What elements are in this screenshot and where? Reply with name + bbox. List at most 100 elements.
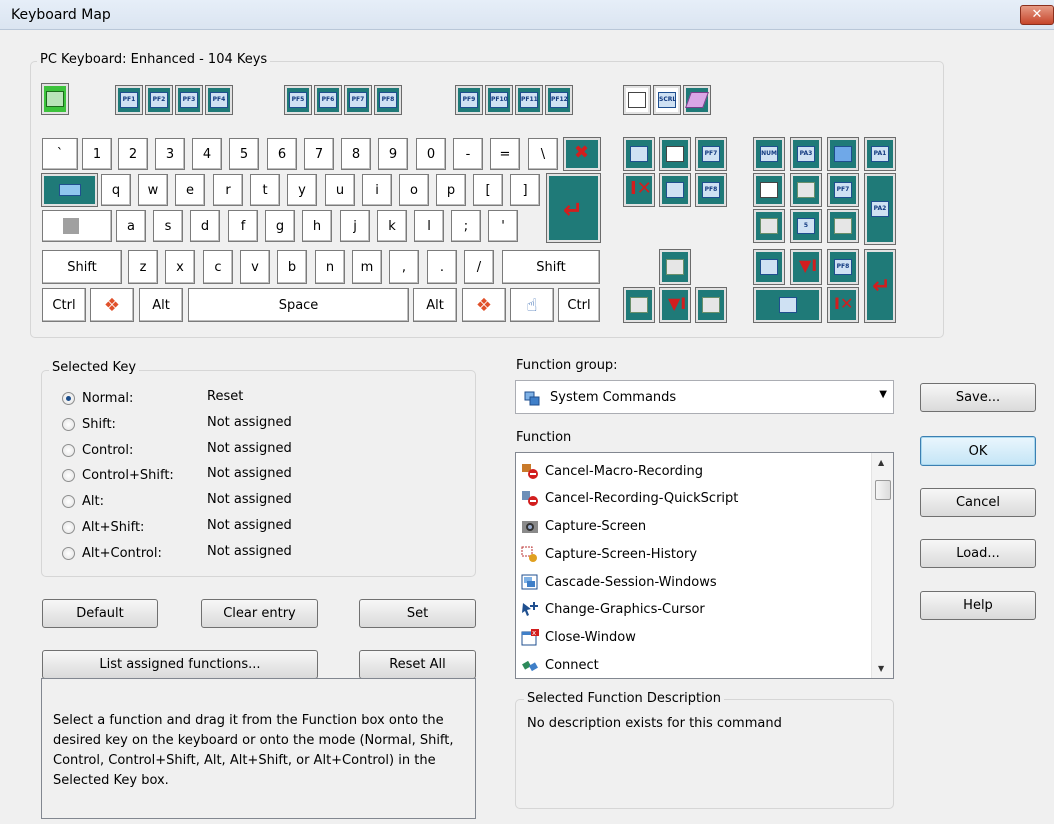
key-h[interactable]: h: [302, 210, 332, 242]
key-2[interactable]: 2: [118, 138, 148, 170]
key-pf9[interactable]: PF9: [455, 85, 483, 115]
reset-all-button[interactable]: Reset All: [359, 650, 476, 679]
list-assigned-functions-button[interactable]: List assigned functions...: [42, 650, 318, 679]
key-b[interactable]: b: [277, 250, 307, 284]
key-pad-1[interactable]: [753, 249, 785, 285]
radio-control[interactable]: [62, 444, 75, 457]
key-tab[interactable]: [41, 173, 98, 207]
key-x[interactable]: x: [165, 250, 195, 284]
key-end[interactable]: [659, 173, 691, 207]
save-button[interactable]: Save...: [920, 383, 1036, 412]
key-a[interactable]: a: [116, 210, 146, 242]
key-pf6[interactable]: PF6: [314, 85, 342, 115]
key-num-lock[interactable]: NUM: [753, 137, 785, 171]
key-pf11[interactable]: PF11: [515, 85, 543, 115]
key-d[interactable]: d: [190, 210, 220, 242]
key-close-bracket[interactable]: ]: [510, 174, 540, 206]
key-print[interactable]: [623, 85, 651, 115]
function-group-select[interactable]: System Commands ▼: [515, 380, 894, 414]
scroll-down-icon[interactable]: ▼: [878, 664, 884, 673]
key-home[interactable]: [659, 137, 691, 171]
key-pad-4[interactable]: [753, 209, 785, 243]
list-item[interactable]: Cancel-Macro-Recording: [521, 458, 861, 484]
ok-button[interactable]: OK: [920, 436, 1036, 466]
key-pad-6[interactable]: [827, 209, 859, 243]
cancel-button[interactable]: Cancel: [920, 488, 1036, 517]
key-pad-decimal[interactable]: I✕: [827, 287, 859, 323]
key-v[interactable]: v: [240, 250, 270, 284]
key-pf7[interactable]: PF7: [344, 85, 372, 115]
key-pad-minus[interactable]: PA1: [864, 137, 896, 171]
key-l[interactable]: l: [414, 210, 444, 242]
key-alt-left[interactable]: Alt: [139, 288, 183, 322]
key-scroll-lock[interactable]: SCRL: [653, 85, 681, 115]
key-backtick[interactable]: `: [42, 138, 78, 170]
key-pf12[interactable]: PF12: [545, 85, 573, 115]
key-pad-3[interactable]: PF8: [827, 249, 859, 285]
function-list[interactable]: Cancel-Macro-Recording Cancel-Recording-…: [515, 452, 894, 679]
key-arrow-up[interactable]: [659, 249, 691, 285]
key-p[interactable]: p: [436, 174, 466, 206]
key-page-up[interactable]: PF7: [695, 137, 727, 171]
list-item[interactable]: Change-Graphics-Cursor: [521, 596, 861, 622]
key-insert[interactable]: [623, 137, 655, 171]
clear-entry-button[interactable]: Clear entry: [201, 599, 318, 628]
key-pad-8[interactable]: [790, 173, 822, 207]
key-9[interactable]: 9: [378, 138, 408, 170]
radio-alt-control[interactable]: [62, 547, 75, 560]
scroll-up-icon[interactable]: ▲: [878, 458, 884, 467]
list-item[interactable]: Cancel-Recording-QuickScript: [521, 485, 861, 511]
key-pf2[interactable]: PF2: [145, 85, 173, 115]
key-o[interactable]: o: [399, 174, 429, 206]
key-6[interactable]: 6: [267, 138, 297, 170]
key-period[interactable]: .: [427, 250, 457, 284]
radio-normal[interactable]: [62, 392, 75, 405]
key-n[interactable]: n: [315, 250, 345, 284]
key-menu[interactable]: ☝: [510, 288, 554, 322]
key-r[interactable]: r: [213, 174, 243, 206]
key-slash[interactable]: /: [464, 250, 494, 284]
key-arrow-left[interactable]: [623, 287, 655, 323]
key-pf10[interactable]: PF10: [485, 85, 513, 115]
close-button[interactable]: ✕: [1020, 5, 1054, 25]
key-win-right[interactable]: ❖: [462, 288, 506, 322]
key-space[interactable]: Space: [188, 288, 409, 322]
key-m[interactable]: m: [352, 250, 382, 284]
key-4[interactable]: 4: [192, 138, 222, 170]
key-open-bracket[interactable]: [: [473, 174, 503, 206]
key-8[interactable]: 8: [341, 138, 371, 170]
radio-alt-shift[interactable]: [62, 521, 75, 534]
key-shift-right[interactable]: Shift: [502, 250, 600, 284]
key-delete[interactable]: I✕: [623, 173, 655, 207]
key-pad-plus[interactable]: PA2: [864, 173, 896, 245]
key-0[interactable]: 0: [416, 138, 446, 170]
key-arrow-down[interactable]: ▼I: [659, 287, 691, 323]
key-minus[interactable]: -: [453, 138, 483, 170]
key-backspace[interactable]: ✖: [563, 137, 601, 171]
function-list-scrollbar[interactable]: ▲ ▼: [871, 453, 893, 678]
key-attention[interactable]: [41, 83, 69, 115]
help-button[interactable]: Help: [920, 591, 1036, 620]
key-arrow-right[interactable]: [695, 287, 727, 323]
key-c[interactable]: c: [203, 250, 233, 284]
list-item[interactable]: Connect: [521, 652, 861, 678]
radio-shift[interactable]: [62, 418, 75, 431]
key-win-left[interactable]: ❖: [90, 288, 134, 322]
key-5[interactable]: 5: [229, 138, 259, 170]
list-item[interactable]: Capture-Screen-History: [521, 541, 861, 567]
key-shift-left[interactable]: Shift: [42, 250, 122, 284]
list-item[interactable]: Cascade-Session-Windows: [521, 569, 861, 595]
key-enter[interactable]: ↵: [546, 173, 601, 243]
load-button[interactable]: Load...: [920, 539, 1036, 568]
key-backslash[interactable]: \: [528, 138, 558, 170]
key-s[interactable]: s: [153, 210, 183, 242]
key-equals[interactable]: =: [490, 138, 520, 170]
key-3[interactable]: 3: [155, 138, 185, 170]
key-t[interactable]: t: [250, 174, 280, 206]
key-i[interactable]: i: [362, 174, 392, 206]
key-pad-7[interactable]: [753, 173, 785, 207]
list-item[interactable]: Capture-Screen: [521, 513, 861, 539]
key-u[interactable]: u: [325, 174, 355, 206]
set-button[interactable]: Set: [359, 599, 476, 628]
key-y[interactable]: y: [287, 174, 317, 206]
